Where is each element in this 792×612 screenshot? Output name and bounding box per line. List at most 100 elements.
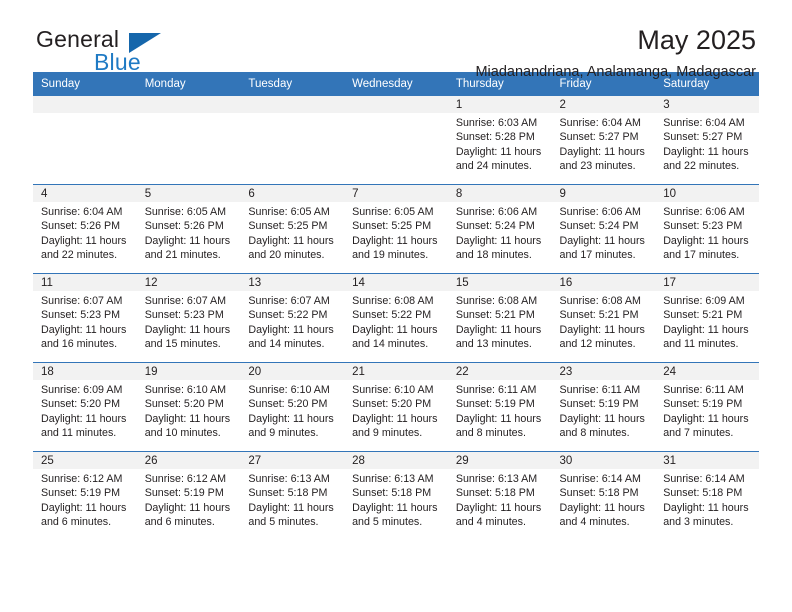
daylight-text-line2: and 14 minutes. <box>248 337 325 350</box>
calendar-day-cell[interactable]: 21 Sunrise: 6:10 AM Sunset: 5:20 PM Dayligh… <box>344 362 448 452</box>
calendar-day-cell[interactable]: 4 Sunrise: 6:04 AM Sunset: 5:26 PM Daylight… <box>33 184 137 274</box>
calendar-day-cell[interactable]: 1 Sunrise: 6:03 AM Sunset: 5:28 PM Daylight… <box>447 95 552 185</box>
calendar-day-cell[interactable]: 23 Sunrise: 6:11 AM Sunset: 5:19 PM Dayligh… <box>551 362 656 452</box>
daylight-text-line1: Daylight: 11 hours <box>144 234 231 247</box>
calendar-day-cell[interactable]: 2 Sunrise: 6:04 AM Sunset: 5:27 PM Daylight… <box>551 95 656 185</box>
calendar-day-cell[interactable]: 11 Sunrise: 6:07 AM Sunset: 5:23 PM Dayligh… <box>33 273 137 363</box>
calendar-day-cell[interactable]: 8 Sunrise: 6:06 AM Sunset: 5:24 PM Daylight… <box>447 184 552 274</box>
day-number: 2 <box>551 96 656 113</box>
calendar-day-cell[interactable]: 7 Sunrise: 6:05 AM Sunset: 5:25 PM Daylight… <box>344 184 448 274</box>
daylight-text-line1: Daylight: 11 hours <box>663 323 749 336</box>
calendar-body: 1 Sunrise: 6:03 AM Sunset: 5:28 PM Daylight… <box>33 95 759 540</box>
calendar-day-cell[interactable]: 16 Sunrise: 6:08 AM Sunset: 5:21 PM Dayligh… <box>551 273 656 363</box>
day-number: 27 <box>240 452 345 469</box>
daylight-text-line1: Daylight: 11 hours <box>559 145 645 158</box>
day-details: Sunrise: 6:14 AM Sunset: 5:18 PM Daylight:… <box>552 469 656 529</box>
calendar-day-cell[interactable]: 14 Sunrise: 6:08 AM Sunset: 5:22 PM Dayligh… <box>344 273 448 363</box>
calendar-day-cell-empty <box>33 95 137 185</box>
calendar-day-cell[interactable]: 28 Sunrise: 6:13 AM Sunset: 5:18 PM Dayligh… <box>344 451 448 540</box>
sunrise-text: Sunrise: 6:04 AM <box>559 117 641 129</box>
daylight-text-line2: and 10 minutes. <box>144 426 221 439</box>
daylight-text-line2: and 15 minutes. <box>144 337 221 350</box>
daylight-text-line2: and 5 minutes. <box>248 515 319 528</box>
day-details: Sunrise: 6:13 AM Sunset: 5:18 PM Daylight:… <box>344 469 448 529</box>
calendar-day-cell[interactable]: 20 Sunrise: 6:10 AM Sunset: 5:20 PM Dayligh… <box>240 362 345 452</box>
daylight-text-line2: and 6 minutes. <box>41 515 112 528</box>
sunrise-text: Sunrise: 6:09 AM <box>663 295 745 307</box>
day-details: Sunrise: 6:14 AM Sunset: 5:18 PM Daylight:… <box>655 469 759 529</box>
daylight-text-line2: and 23 minutes. <box>559 159 636 172</box>
day-number: 17 <box>655 274 759 291</box>
day-details: Sunrise: 6:08 AM Sunset: 5:22 PM Daylight:… <box>344 291 448 351</box>
brand-name-blue: Blue <box>94 49 141 75</box>
day-number: 28 <box>344 452 448 469</box>
calendar-day-cell[interactable]: 9 Sunrise: 6:06 AM Sunset: 5:24 PM Daylight… <box>551 184 656 274</box>
sunrise-text: Sunrise: 6:11 AM <box>663 384 744 396</box>
calendar-day-cell[interactable]: 24 Sunrise: 6:11 AM Sunset: 5:19 PM Dayligh… <box>655 362 759 452</box>
daylight-text-line1: Daylight: 11 hours <box>144 501 231 514</box>
sunset-text: Sunset: 5:20 PM <box>41 398 121 411</box>
daylight-text-line1: Daylight: 11 hours <box>248 234 334 247</box>
day-number: 12 <box>136 274 241 291</box>
calendar-page: General Blue May 2025 Miadanandriana, An… <box>0 0 792 612</box>
location-subtitle: Miadanandriana, Analamanga, Madagascar <box>475 64 756 80</box>
day-details: Sunrise: 6:09 AM Sunset: 5:21 PM Daylight:… <box>655 291 759 351</box>
brand-logo[interactable]: General Blue <box>36 28 236 74</box>
day-details: Sunrise: 6:07 AM Sunset: 5:23 PM Daylight:… <box>33 291 137 351</box>
sunset-text: Sunset: 5:19 PM <box>663 398 743 411</box>
day-number <box>344 96 448 113</box>
page-header: General Blue May 2025 Miadanandriana, An… <box>33 0 759 80</box>
sunrise-text: Sunrise: 6:14 AM <box>559 473 641 485</box>
calendar-day-cell[interactable]: 22 Sunrise: 6:11 AM Sunset: 5:19 PM Dayligh… <box>447 362 552 452</box>
calendar-day-cell[interactable]: 30 Sunrise: 6:14 AM Sunset: 5:18 PM Dayligh… <box>551 451 656 540</box>
sunset-text: Sunset: 5:23 PM <box>144 309 224 322</box>
sunset-text: Sunset: 5:24 PM <box>559 220 639 233</box>
calendar-day-cell[interactable]: 12 Sunrise: 6:07 AM Sunset: 5:23 PM Dayligh… <box>136 273 241 363</box>
daylight-text-line1: Daylight: 11 hours <box>41 501 127 514</box>
day-details: Sunrise: 6:03 AM Sunset: 5:28 PM Daylight:… <box>448 113 552 173</box>
calendar-day-cell[interactable]: 17 Sunrise: 6:09 AM Sunset: 5:21 PM Dayligh… <box>655 273 759 363</box>
day-number: 6 <box>240 185 345 202</box>
sunset-text: Sunset: 5:22 PM <box>248 309 328 322</box>
day-number: 15 <box>447 274 552 291</box>
day-details: Sunrise: 6:13 AM Sunset: 5:18 PM Daylight:… <box>240 469 344 529</box>
calendar-day-cell[interactable]: 31 Sunrise: 6:14 AM Sunset: 5:18 PM Dayligh… <box>655 451 759 540</box>
day-details: Sunrise: 6:04 AM Sunset: 5:27 PM Daylight:… <box>655 113 759 173</box>
sunrise-text: Sunrise: 6:10 AM <box>352 384 434 396</box>
daylight-text-line2: and 12 minutes. <box>559 337 636 350</box>
sunset-text: Sunset: 5:19 PM <box>559 398 639 411</box>
calendar-day-cell[interactable]: 5 Sunrise: 6:05 AM Sunset: 5:26 PM Daylight… <box>136 184 241 274</box>
day-details: Sunrise: 6:13 AM Sunset: 5:18 PM Daylight:… <box>448 469 552 529</box>
calendar-day-cell-empty <box>344 95 448 185</box>
calendar-day-cell[interactable]: 18 Sunrise: 6:09 AM Sunset: 5:20 PM Dayligh… <box>33 362 137 452</box>
day-details: Sunrise: 6:10 AM Sunset: 5:20 PM Daylight:… <box>137 380 241 440</box>
calendar-day-cell[interactable]: 29 Sunrise: 6:13 AM Sunset: 5:18 PM Dayligh… <box>447 451 552 540</box>
sunrise-text: Sunrise: 6:05 AM <box>352 206 434 218</box>
calendar-day-cell[interactable]: 19 Sunrise: 6:10 AM Sunset: 5:20 PM Dayligh… <box>136 362 241 452</box>
day-number: 8 <box>447 185 552 202</box>
sunset-text: Sunset: 5:19 PM <box>455 398 535 411</box>
calendar-day-cell[interactable]: 15 Sunrise: 6:08 AM Sunset: 5:21 PM Dayligh… <box>447 273 552 363</box>
calendar-day-cell[interactable]: 10 Sunrise: 6:06 AM Sunset: 5:23 PM Dayligh… <box>655 184 759 274</box>
sunrise-text: Sunrise: 6:09 AM <box>41 384 123 396</box>
calendar-day-cell[interactable]: 13 Sunrise: 6:07 AM Sunset: 5:22 PM Dayligh… <box>240 273 345 363</box>
sunrise-text: Sunrise: 6:03 AM <box>455 117 538 129</box>
calendar-day-cell[interactable]: 25 Sunrise: 6:12 AM Sunset: 5:19 PM Dayligh… <box>33 451 137 540</box>
day-number: 10 <box>655 185 759 202</box>
daylight-text-line1: Daylight: 11 hours <box>352 412 438 425</box>
sunset-text: Sunset: 5:19 PM <box>144 487 224 500</box>
calendar-day-cell[interactable]: 3 Sunrise: 6:04 AM Sunset: 5:27 PM Daylight… <box>655 95 759 185</box>
sunset-text: Sunset: 5:20 PM <box>248 398 328 411</box>
calendar-day-cell[interactable]: 26 Sunrise: 6:12 AM Sunset: 5:19 PM Dayligh… <box>136 451 241 540</box>
calendar-day-cell[interactable]: 6 Sunrise: 6:05 AM Sunset: 5:25 PM Daylight… <box>240 184 345 274</box>
calendar-day-cell[interactable]: 27 Sunrise: 6:13 AM Sunset: 5:18 PM Dayligh… <box>240 451 345 540</box>
sunset-text: Sunset: 5:19 PM <box>41 487 121 500</box>
daylight-text-line2: and 14 minutes. <box>352 337 429 350</box>
daylight-text-line1: Daylight: 11 hours <box>352 501 438 514</box>
day-number: 9 <box>551 185 656 202</box>
sunset-text: Sunset: 5:22 PM <box>352 309 432 322</box>
daylight-text-line1: Daylight: 11 hours <box>455 323 542 336</box>
daylight-text-line2: and 11 minutes. <box>663 337 739 350</box>
daylight-text-line1: Daylight: 11 hours <box>144 412 231 425</box>
daylight-text-line2: and 3 minutes. <box>663 515 734 528</box>
